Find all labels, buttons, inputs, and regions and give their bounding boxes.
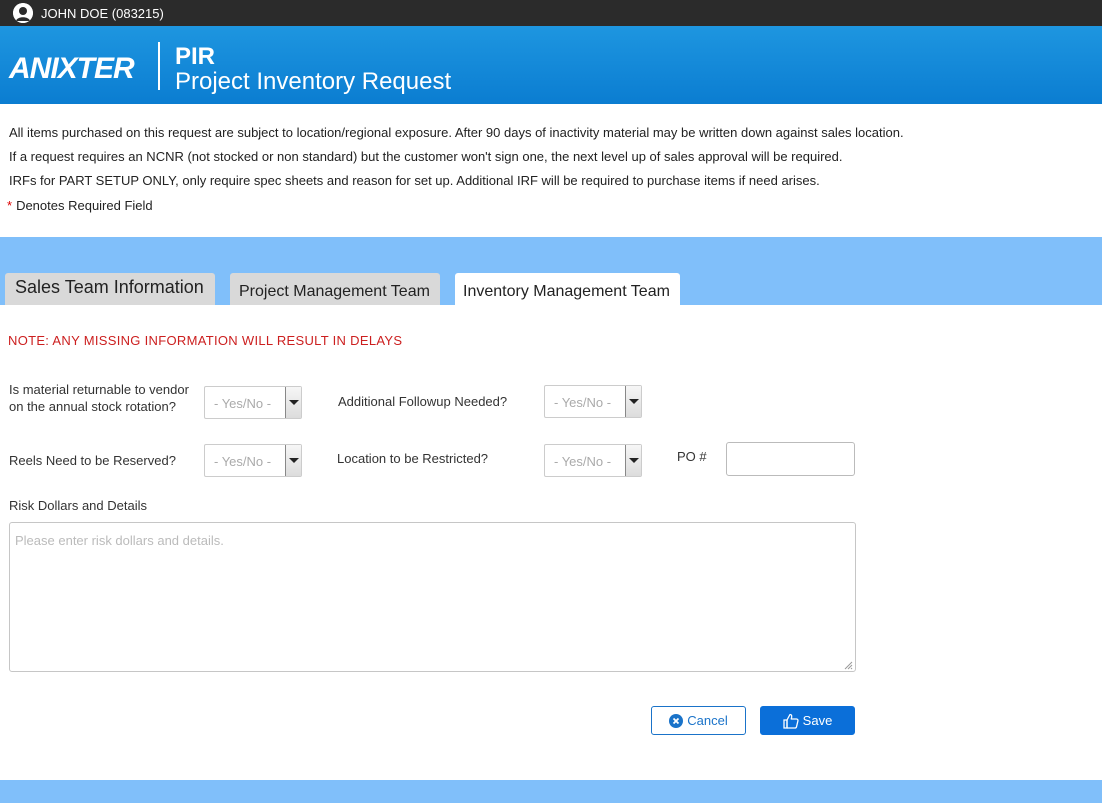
user-avatar-icon[interactable]: [13, 3, 33, 23]
reels-select-value: - Yes/No -: [214, 454, 272, 469]
returnable-select-value: - Yes/No -: [214, 396, 272, 411]
info-text: All items purchased on this request are …: [9, 121, 904, 193]
followup-select-value: - Yes/No -: [554, 395, 612, 410]
cancel-button-label: Cancel: [687, 713, 728, 728]
chevron-down-icon[interactable]: [625, 445, 641, 476]
thumbs-up-icon: [783, 713, 799, 729]
app-title: Project Inventory Request: [175, 68, 452, 95]
tab-project-management-team[interactable]: Project Management Team: [230, 273, 440, 305]
close-circle-icon: [669, 713, 684, 728]
info-line: If a request requires an NCNR (not stock…: [9, 149, 843, 164]
user-bar: JOHN DOE (083215): [0, 0, 1102, 26]
chevron-down-icon[interactable]: [285, 387, 301, 418]
resize-grip-icon[interactable]: [843, 660, 853, 670]
chevron-down-icon[interactable]: [625, 386, 641, 417]
restricted-select-value: - Yes/No -: [554, 454, 612, 469]
missing-info-note: NOTE: ANY MISSING INFORMATION WILL RESUL…: [8, 333, 403, 348]
restricted-select[interactable]: - Yes/No -: [544, 444, 642, 477]
header-divider: [158, 42, 160, 90]
required-star: *: [7, 198, 13, 213]
po-label: PO #: [677, 449, 707, 464]
info-line: All items purchased on this request are …: [9, 125, 904, 140]
returnable-select[interactable]: - Yes/No -: [204, 386, 302, 419]
risk-details-textarea[interactable]: [9, 522, 856, 672]
risk-label: Risk Dollars and Details: [9, 498, 147, 513]
followup-select[interactable]: - Yes/No -: [544, 385, 642, 418]
tab-sales-team[interactable]: Sales Team Information: [5, 273, 215, 305]
reels-select[interactable]: - Yes/No -: [204, 444, 302, 477]
anixter-logo[interactable]: ANIXTER: [9, 52, 135, 86]
app-code: PIR: [175, 43, 216, 70]
required-note-text: Denotes Required Field: [16, 198, 153, 213]
save-button[interactable]: Save: [760, 706, 855, 735]
followup-label: Additional Followup Needed?: [338, 394, 508, 409]
required-field-note: * Denotes Required Field: [7, 198, 153, 213]
app-header: ANIXTER PIR Project Inventory Request: [0, 26, 1102, 104]
chevron-down-icon[interactable]: [285, 445, 301, 476]
user-name[interactable]: JOHN DOE (083215): [41, 6, 164, 21]
tab-inventory-management-team[interactable]: Inventory Management Team: [455, 273, 680, 305]
returnable-label: Is material returnable to vendor on the …: [9, 382, 189, 414]
save-button-label: Save: [802, 713, 833, 728]
po-number-input[interactable]: [726, 442, 855, 476]
reels-label: Reels Need to be Reserved?: [9, 453, 176, 468]
restricted-label: Location to be Restricted?: [337, 451, 489, 466]
cancel-button[interactable]: Cancel: [651, 706, 746, 735]
info-line: IRFs for PART SETUP ONLY, only require s…: [9, 173, 820, 188]
